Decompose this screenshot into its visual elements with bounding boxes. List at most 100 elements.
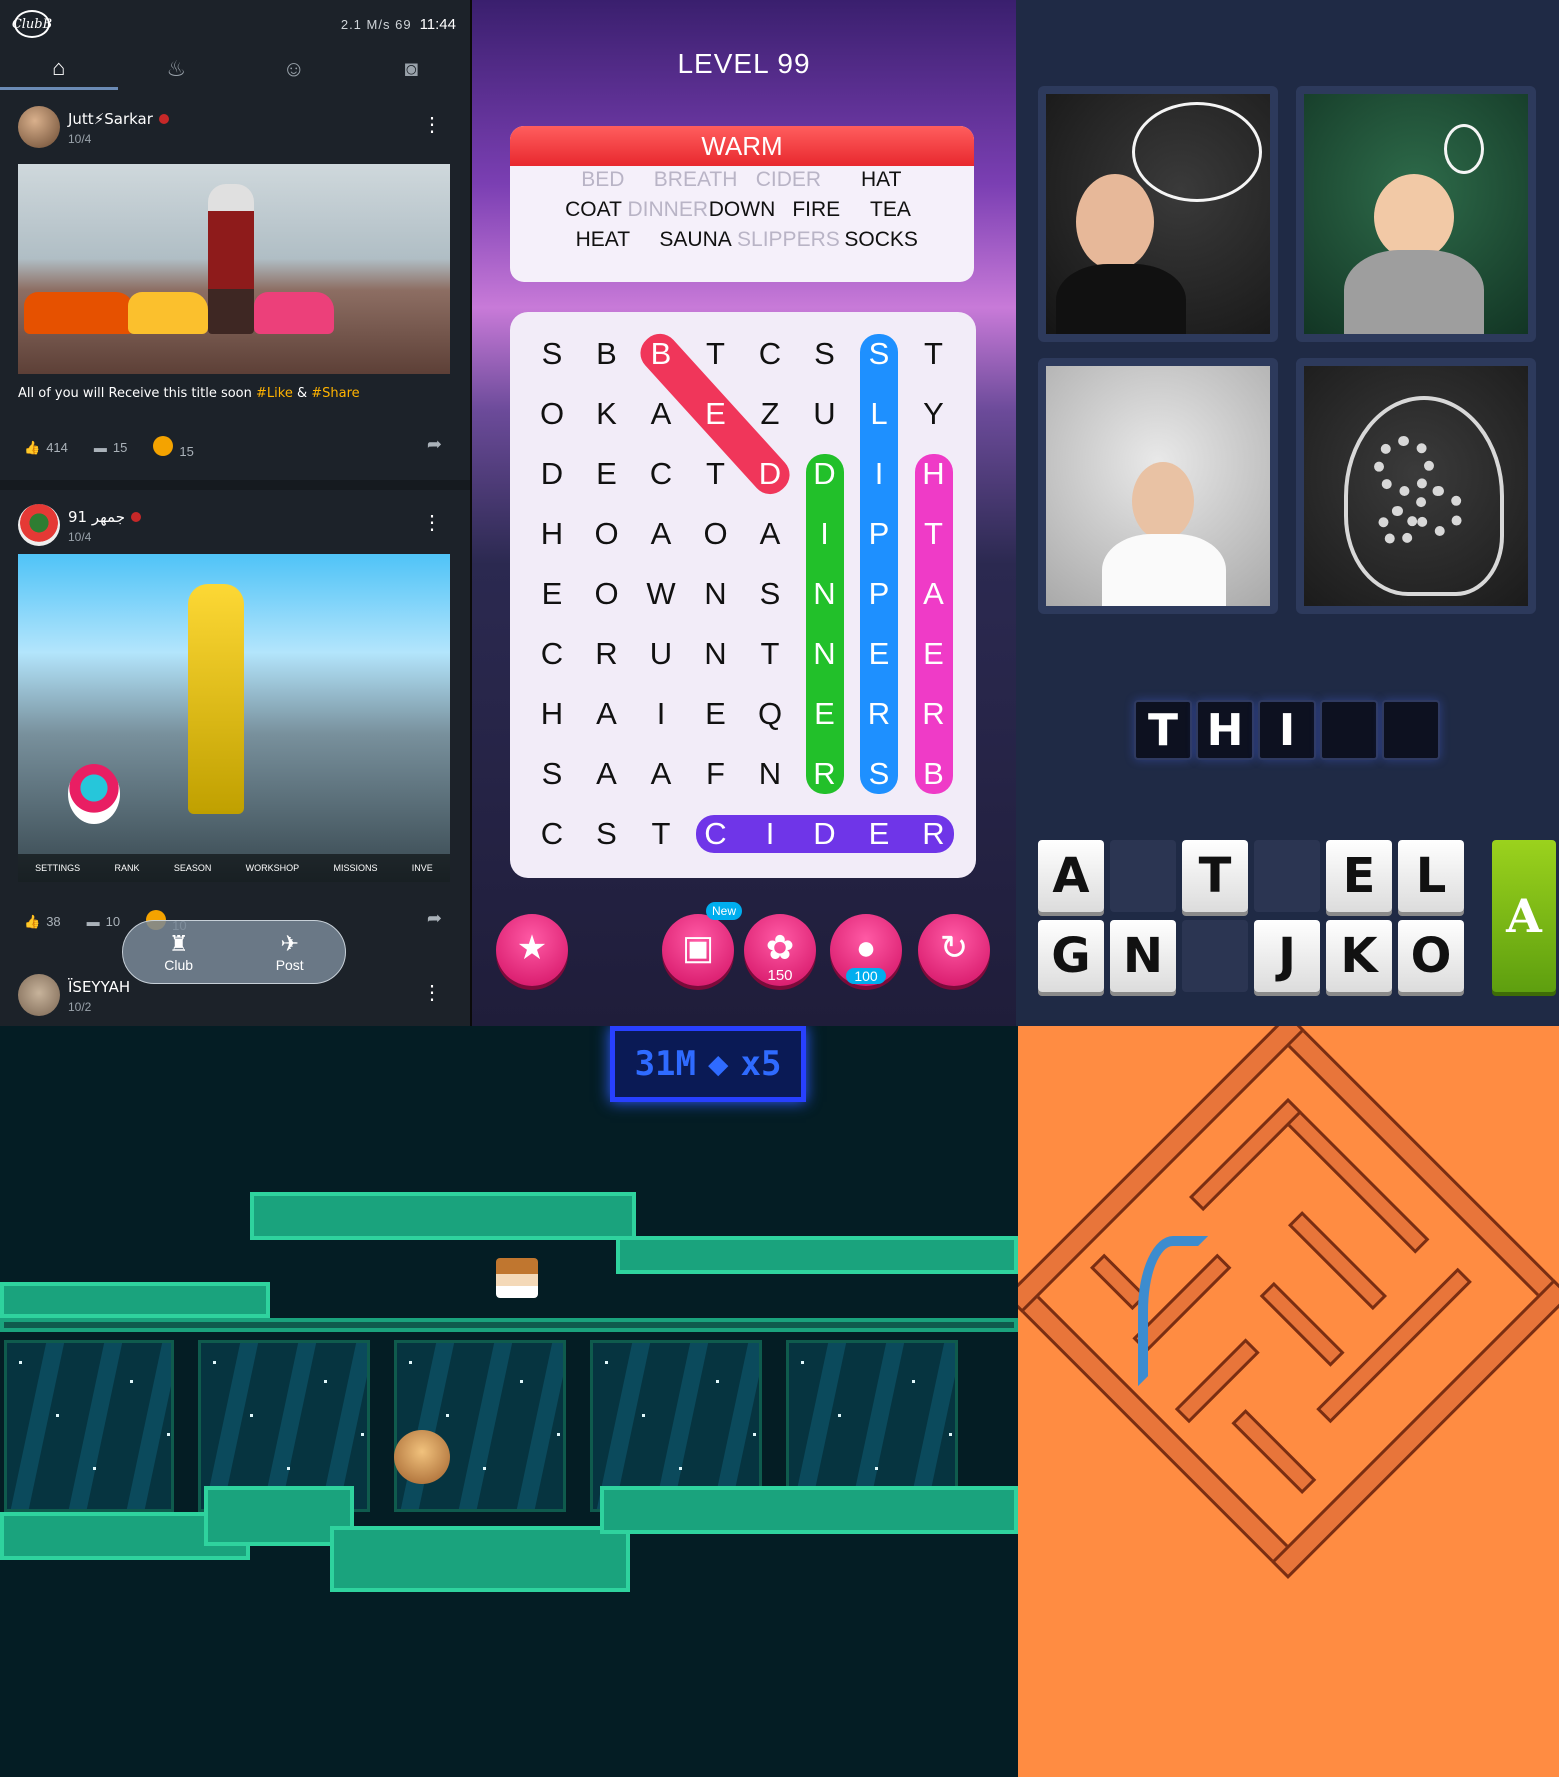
grid-letter[interactable]: D xyxy=(805,814,845,854)
grid-letter[interactable]: A xyxy=(641,514,681,554)
more-options-icon[interactable]: ⋮ xyxy=(422,112,442,137)
people-icon[interactable]: ☺ xyxy=(235,48,353,90)
answer-slot[interactable]: H xyxy=(1196,700,1254,760)
letter-key[interactable]: N xyxy=(1110,920,1176,992)
grid-letter[interactable]: E xyxy=(696,394,736,434)
grid-letter[interactable]: P xyxy=(859,574,899,614)
club-button[interactable]: ♜ Club xyxy=(164,931,193,973)
comment-button[interactable]: ▬ 15 xyxy=(94,440,127,455)
author-name[interactable]: ÏSEYYAH xyxy=(68,978,130,996)
grid-letter[interactable]: Y xyxy=(914,394,954,434)
avatar[interactable] xyxy=(18,974,60,1016)
fire-icon[interactable]: ♨ xyxy=(118,48,236,90)
letter-key[interactable]: L xyxy=(1398,840,1464,912)
grid-letter[interactable]: T xyxy=(914,514,954,554)
grid-letter[interactable]: H xyxy=(914,454,954,494)
grid-letter[interactable]: N xyxy=(696,574,736,614)
grid-letter[interactable]: E xyxy=(859,634,899,674)
camera-icon[interactable]: ◙ xyxy=(353,48,471,90)
grid-letter[interactable]: N xyxy=(805,574,845,614)
grid-letter[interactable]: Z xyxy=(750,394,790,434)
letter-key[interactable]: A xyxy=(1038,840,1104,912)
letter-key[interactable]: J xyxy=(1254,920,1320,992)
grid-letter[interactable]: S xyxy=(532,754,572,794)
grid-letter[interactable]: S xyxy=(750,574,790,614)
grid-letter[interactable]: N xyxy=(750,754,790,794)
grid-letter[interactable]: A xyxy=(587,694,627,734)
grid-letter[interactable]: E xyxy=(914,634,954,674)
picture-thinking-woman[interactable] xyxy=(1038,86,1278,342)
grid-letter[interactable]: H xyxy=(532,514,572,554)
letter-key[interactable]: K xyxy=(1326,920,1392,992)
grid-letter[interactable]: A xyxy=(914,574,954,614)
grid-letter[interactable]: I xyxy=(641,694,681,734)
picture-pondering-woman[interactable] xyxy=(1038,358,1278,614)
grid-letter[interactable]: D xyxy=(805,454,845,494)
grid-letter[interactable]: S xyxy=(859,334,899,374)
grid-letter[interactable]: D xyxy=(532,454,572,494)
grid-letter[interactable]: S xyxy=(587,814,627,854)
grid-letter[interactable]: U xyxy=(641,634,681,674)
grid-letter[interactable]: O xyxy=(696,514,736,554)
grid-letter[interactable]: P xyxy=(859,514,899,554)
letter-grid[interactable]: SBBTCSSTOKAEZULYDECTDDIHHOAOAIPTEOWNSNPA… xyxy=(510,312,976,878)
grid-letter[interactable]: S xyxy=(805,334,845,374)
grid-letter[interactable]: C xyxy=(696,814,736,854)
grid-letter[interactable]: E xyxy=(805,694,845,734)
grid-letter[interactable]: O xyxy=(587,514,627,554)
share-icon[interactable]: ➦ xyxy=(427,908,442,929)
grid-letter[interactable]: R xyxy=(914,814,954,854)
share-icon[interactable]: ➦ xyxy=(427,434,442,455)
more-options-icon[interactable]: ⋮ xyxy=(422,510,442,535)
grid-letter[interactable]: E xyxy=(532,574,572,614)
like-button[interactable]: 👍 38 xyxy=(24,914,61,930)
new-word-button[interactable]: ▣ New xyxy=(662,902,743,986)
grid-letter[interactable]: T xyxy=(641,814,681,854)
letter-key[interactable]: E xyxy=(1326,840,1392,912)
grid-letter[interactable]: E xyxy=(587,454,627,494)
grid-letter[interactable]: R xyxy=(805,754,845,794)
grid-letter[interactable]: Q xyxy=(750,694,790,734)
grid-letter[interactable]: C xyxy=(750,334,790,374)
grid-letter[interactable]: H xyxy=(532,694,572,734)
grid-letter[interactable]: A xyxy=(641,394,681,434)
grid-letter[interactable]: D xyxy=(750,454,790,494)
answer-slot[interactable] xyxy=(1320,700,1378,760)
avatar[interactable] xyxy=(18,504,60,546)
post-image[interactable] xyxy=(18,164,450,374)
grid-letter[interactable]: K xyxy=(587,394,627,434)
grid-letter[interactable]: A xyxy=(641,754,681,794)
hint-button[interactable]: A xyxy=(1492,840,1556,992)
author-name[interactable]: جمهر 91 xyxy=(68,508,141,526)
grid-letter[interactable]: E xyxy=(859,814,899,854)
grid-letter[interactable]: L xyxy=(859,394,899,434)
post-image[interactable]: SETTINGS RANK SEASON WORKSHOP MISSIONS INVE xyxy=(18,554,450,882)
grid-letter[interactable]: F xyxy=(696,754,736,794)
grid-letter[interactable]: N xyxy=(696,634,736,674)
grid-letter[interactable]: O xyxy=(587,574,627,614)
answer-slot[interactable]: I xyxy=(1258,700,1316,760)
grid-letter[interactable]: U xyxy=(805,394,845,434)
grid-letter[interactable]: O xyxy=(532,394,572,434)
grid-letter[interactable]: R xyxy=(914,694,954,734)
home-icon[interactable]: ⌂ xyxy=(0,48,118,90)
restart-button[interactable]: ↻ xyxy=(918,914,990,986)
grid-letter[interactable]: C xyxy=(641,454,681,494)
grid-letter[interactable]: B xyxy=(641,334,681,374)
grid-letter[interactable]: A xyxy=(587,754,627,794)
post-button[interactable]: ✈ Post xyxy=(276,931,304,973)
grid-letter[interactable]: C xyxy=(532,814,572,854)
grid-letter[interactable]: T xyxy=(696,334,736,374)
grid-letter[interactable]: T xyxy=(750,634,790,674)
grid-letter[interactable]: I xyxy=(859,454,899,494)
like-button[interactable]: 👍 414 xyxy=(24,440,68,456)
letter-key[interactable]: G xyxy=(1038,920,1104,992)
answer-slot[interactable] xyxy=(1382,700,1440,760)
more-options-icon[interactable]: ⋮ xyxy=(422,980,442,1005)
grid-letter[interactable]: A xyxy=(750,514,790,554)
picture-boy-idea[interactable] xyxy=(1296,86,1536,342)
grid-letter[interactable]: E xyxy=(696,694,736,734)
letter-key[interactable]: T xyxy=(1182,840,1248,912)
star-button[interactable]: ★ xyxy=(496,914,568,986)
grid-letter[interactable]: B xyxy=(914,754,954,794)
